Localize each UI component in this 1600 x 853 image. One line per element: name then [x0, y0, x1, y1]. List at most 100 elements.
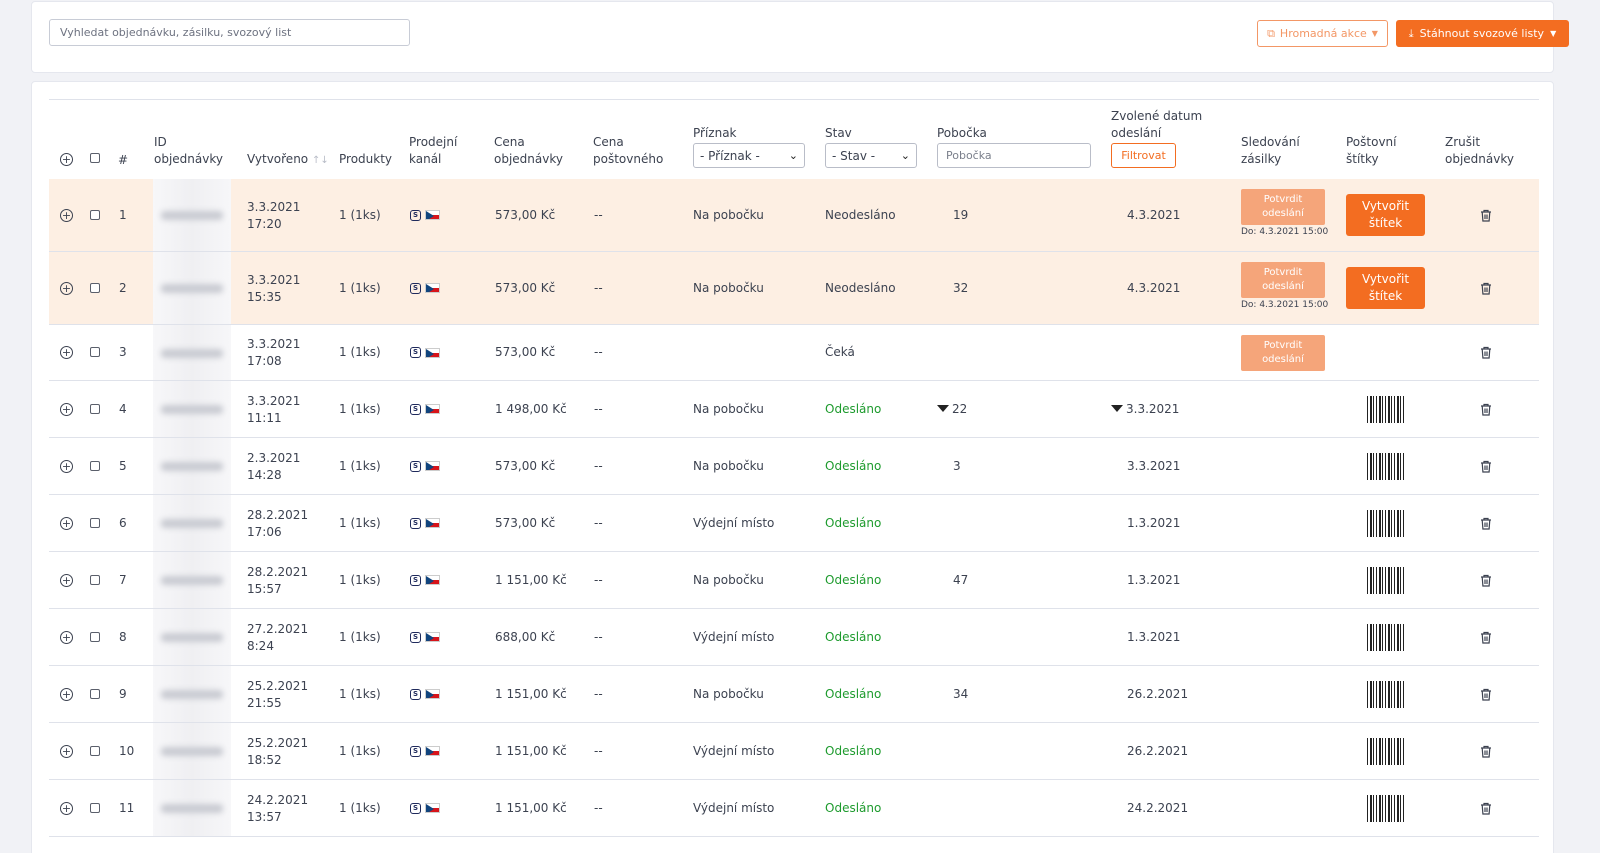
- expand-row-icon[interactable]: +: [60, 402, 73, 416]
- branch-value[interactable]: 22: [937, 401, 967, 418]
- search-input[interactable]: [49, 19, 410, 46]
- expand-row-icon[interactable]: +: [60, 801, 73, 815]
- header-labels: Poštovní štítky: [1346, 135, 1397, 166]
- status-text: Odesláno: [825, 401, 882, 416]
- table-row[interactable]: +3 3.3.2021 17:08 1 (1ks) S 573,00 Kč -- Čeká Po…: [49, 325, 1539, 381]
- expand-row-icon[interactable]: +: [60, 630, 73, 644]
- create-label-button[interactable]: Vytvořit štítek: [1346, 267, 1425, 309]
- expand-row-icon[interactable]: +: [60, 208, 73, 222]
- row-checkbox[interactable]: [90, 631, 100, 642]
- row-number: 1: [119, 207, 127, 222]
- order-id-redacted[interactable]: [153, 252, 231, 324]
- select-all-checkbox[interactable]: [90, 153, 100, 163]
- trash-icon[interactable]: [1480, 460, 1492, 473]
- shop-channel-icon: S: [410, 688, 421, 700]
- send-date: 26.2.2021: [1127, 686, 1189, 701]
- created-datetime: 2.3.2021 14:28: [247, 450, 301, 482]
- funnel-icon: [1111, 404, 1123, 412]
- download-pickup-lists-button[interactable]: ⤓ Stáhnout svozové listy ▼: [1396, 20, 1569, 47]
- order-id-redacted[interactable]: [153, 723, 231, 779]
- row-checkbox[interactable]: [90, 209, 100, 220]
- postage-price: --: [594, 743, 603, 758]
- barcode-icon[interactable]: [1367, 737, 1404, 765]
- table-row[interactable]: +10 25.2.2021 18:52 1 (1ks) S 1 151,00 Kč -- Vý…: [49, 723, 1539, 780]
- czech-flag-icon: [425, 632, 440, 642]
- row-checkbox[interactable]: [90, 282, 100, 293]
- header-tracking: Sledování zásilky: [1241, 135, 1300, 166]
- branch-filter-input[interactable]: [937, 143, 1091, 168]
- order-id-redacted[interactable]: [153, 179, 231, 251]
- table-row[interactable]: +1 3.3.2021 17:20 1 (1ks) S 573,00 Kč -- Na pob…: [49, 179, 1539, 252]
- table-row[interactable]: +2 3.3.2021 15:35 1 (1ks) S 573,00 Kč -- Na pob…: [49, 252, 1539, 325]
- row-checkbox[interactable]: [90, 403, 100, 414]
- created-datetime: 27.2.2021 8:24: [247, 621, 309, 653]
- expand-row-icon[interactable]: +: [60, 516, 73, 530]
- expand-row-icon[interactable]: +: [60, 346, 73, 359]
- trash-icon[interactable]: [1480, 802, 1492, 815]
- table-row[interactable]: +11 24.2.2021 13:57 1 (1ks) S 1 151,00 Kč -- Vý…: [49, 780, 1539, 837]
- flag-select[interactable]: - Příznak - ⌄: [693, 143, 805, 168]
- expand-all-icon[interactable]: +: [60, 153, 73, 166]
- trash-icon[interactable]: [1480, 403, 1492, 416]
- confirm-shipment-button[interactable]: Potvrdit odeslání: [1241, 335, 1325, 371]
- filter-button[interactable]: Filtrovat: [1111, 143, 1176, 168]
- order-id-redacted[interactable]: [153, 609, 231, 665]
- row-checkbox[interactable]: [90, 688, 100, 699]
- confirm-shipment-button[interactable]: Potvrdit odeslání: [1241, 262, 1325, 298]
- czech-flag-icon: [425, 689, 440, 699]
- order-id-redacted[interactable]: [153, 666, 231, 722]
- row-checkbox[interactable]: [90, 517, 100, 528]
- trash-icon[interactable]: [1480, 282, 1492, 295]
- trash-icon[interactable]: [1480, 745, 1492, 758]
- send-date[interactable]: 3.3.2021: [1111, 401, 1179, 418]
- header-created[interactable]: Vytvořeno ↑↓: [247, 151, 329, 169]
- expand-row-icon[interactable]: +: [60, 281, 73, 295]
- confirm-shipment-button[interactable]: Potvrdit odeslání: [1241, 189, 1325, 225]
- order-price: 1 498,00 Kč: [495, 401, 567, 416]
- order-id-redacted[interactable]: [153, 438, 231, 494]
- order-id-redacted[interactable]: [153, 495, 231, 551]
- row-checkbox[interactable]: [90, 802, 100, 813]
- order-id-redacted[interactable]: [153, 325, 231, 380]
- table-row[interactable]: +9 25.2.2021 21:55 1 (1ks) S 1 151,00 Kč -- Na …: [49, 666, 1539, 723]
- products-count: 1 (1ks): [339, 572, 381, 587]
- header-branch: Pobočka: [937, 126, 987, 140]
- barcode-icon[interactable]: [1367, 623, 1404, 651]
- row-number: 7: [119, 572, 127, 587]
- expand-row-icon[interactable]: +: [60, 744, 73, 758]
- trash-icon[interactable]: [1480, 574, 1492, 587]
- trash-icon[interactable]: [1480, 688, 1492, 701]
- trash-icon[interactable]: [1480, 346, 1492, 359]
- order-id-redacted[interactable]: [153, 780, 231, 836]
- trash-icon[interactable]: [1480, 209, 1492, 222]
- barcode-icon[interactable]: [1367, 452, 1404, 480]
- row-checkbox[interactable]: [90, 745, 100, 756]
- row-checkbox[interactable]: [90, 574, 100, 585]
- state-select[interactable]: - Stav - ⌄: [825, 143, 917, 168]
- barcode-icon[interactable]: [1367, 794, 1404, 822]
- barcode-icon[interactable]: [1367, 680, 1404, 708]
- table-row[interactable]: +8 27.2.2021 8:24 1 (1ks) S 688,00 Kč -- Výdejn…: [49, 609, 1539, 666]
- expand-row-icon[interactable]: +: [60, 459, 73, 473]
- table-row[interactable]: +4 3.3.2021 11:11 1 (1ks) S 1 498,00 Kč -- Na p…: [49, 381, 1539, 438]
- row-checkbox[interactable]: [90, 460, 100, 471]
- expand-row-icon[interactable]: +: [60, 573, 73, 587]
- barcode-icon[interactable]: [1367, 566, 1404, 594]
- create-label-button[interactable]: Vytvořit štítek: [1346, 194, 1425, 236]
- barcode-icon[interactable]: [1367, 509, 1404, 537]
- products-count: 1 (1ks): [339, 686, 381, 701]
- barcode-icon[interactable]: [1367, 395, 1404, 423]
- trash-icon[interactable]: [1480, 517, 1492, 530]
- flag-value: Na pobočku: [693, 458, 764, 473]
- bulk-action-button[interactable]: ⧉ Hromadná akce ▼: [1257, 20, 1388, 47]
- table-row[interactable]: +6 28.2.2021 17:06 1 (1ks) S 573,00 Kč -- Výdej…: [49, 495, 1539, 552]
- order-id-redacted[interactable]: [153, 552, 231, 608]
- table-row[interactable]: +5 2.3.2021 14:28 1 (1ks) S 573,00 Kč -- Na pob…: [49, 438, 1539, 495]
- trash-icon[interactable]: [1480, 631, 1492, 644]
- branch-value: 34: [953, 686, 969, 701]
- table-row[interactable]: +7 28.2.2021 15:57 1 (1ks) S 1 151,00 Kč -- Na …: [49, 552, 1539, 609]
- status-text: Odesláno: [825, 572, 882, 587]
- expand-row-icon[interactable]: +: [60, 687, 73, 701]
- row-checkbox[interactable]: [90, 347, 100, 357]
- order-id-redacted[interactable]: [153, 381, 231, 437]
